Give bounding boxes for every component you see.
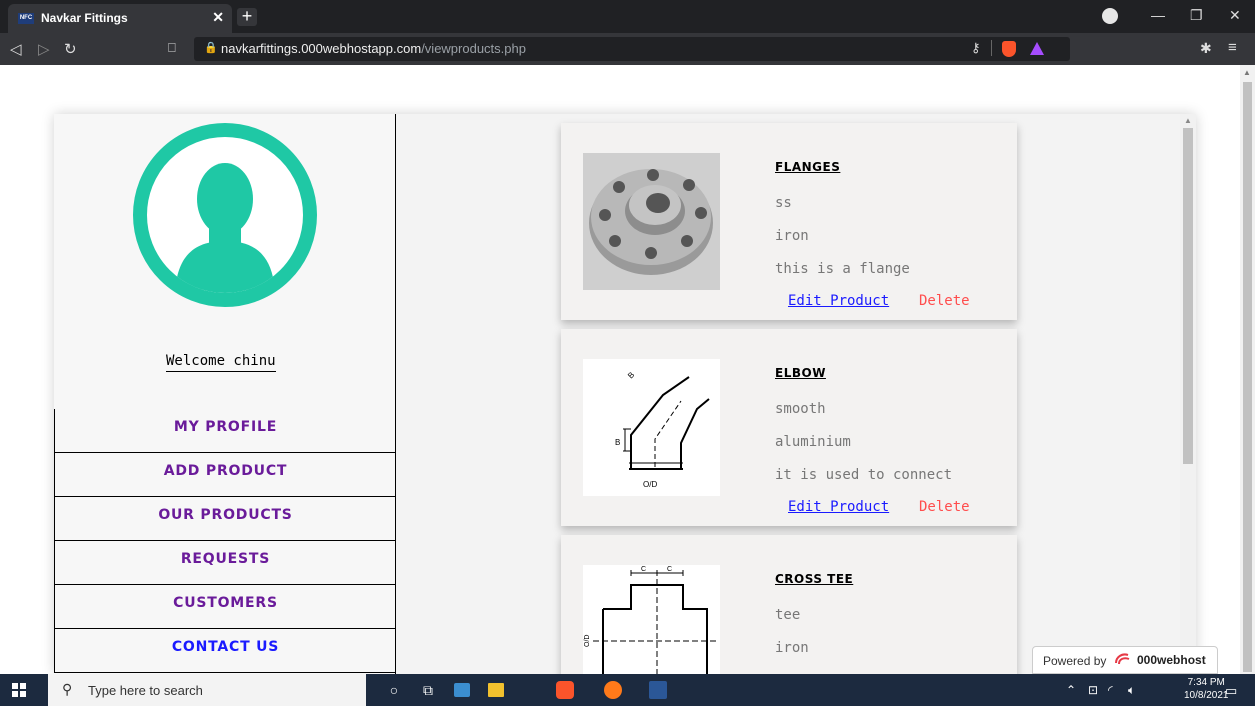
browser-tab[interactable]: NFC Navkar Fittings ✕ [8,4,232,33]
tab-title: Navkar Fittings [41,11,128,25]
clock-date: 10/8/2021 [1184,690,1229,701]
user-avatar-icon [175,163,275,293]
tray-chevron-icon[interactable]: ⌃ [1066,683,1076,697]
search-placeholder: Type here to search [88,683,203,698]
product-description: this is a flange [775,261,910,277]
delete-product-link[interactable]: Delete [919,293,970,309]
scroll-up-icon[interactable]: ▲ [1243,68,1251,77]
nav-contact-us[interactable]: CONTACT US [54,629,396,673]
extensions-icon[interactable]: ✱ [1200,40,1212,57]
product-finish: smooth [775,401,826,417]
document-app-icon[interactable] [649,681,667,699]
flange-image [583,153,720,290]
powered-by-badge[interactable]: Powered by 000webhost [1032,646,1218,674]
product-material: aluminium [775,434,851,450]
brave-shields-icon[interactable] [1002,41,1016,57]
nav-my-profile[interactable]: MY PROFILE [54,409,396,453]
forward-icon[interactable]: ▷ [38,40,50,58]
clock-time: 7:34 PM [1187,677,1225,688]
site-favicon-icon: NFC [18,13,34,24]
notifications-icon[interactable]: ▭ [1225,683,1237,699]
product-card: B O/D B ELBOW smooth aluminium it is use… [561,329,1017,526]
000webhost-logo-icon [1115,653,1130,665]
task-view-icon[interactable]: ⧉ [418,680,438,700]
address-bar[interactable]: 🔒 navkarfittings.000webhostapp.com/viewp… [194,37,1070,61]
scroll-up-icon[interactable]: ▲ [1184,116,1192,125]
page-viewport: Welcome chinu MY PROFILE ADD PRODUCT OUR… [0,65,1255,674]
restore-icon[interactable]: ❐ [1190,7,1203,24]
browser-toolbar: ◁ ▷ ↻ ⎕ 🔒 navkarfittings.000webhostapp.c… [0,33,1255,65]
product-finish: tee [775,607,801,623]
key-icon[interactable]: ⚷ [971,40,981,56]
nav-requests[interactable]: REQUESTS [54,541,396,585]
nav-our-products[interactable]: OUR PRODUCTS [54,497,396,541]
sidebar: Welcome chinu MY PROFILE ADD PRODUCT OUR… [54,114,396,674]
browser-tab-strip: NFC Navkar Fittings ✕ + — ❐ ✕ [0,0,1255,33]
close-tab-icon[interactable]: ✕ [212,9,224,26]
dashboard-card: Welcome chinu MY PROFILE ADD PRODUCT OUR… [54,114,1196,674]
cross-tee-diagram-image: C C O/D [583,565,720,674]
brave-rewards-icon[interactable] [1030,42,1044,55]
edit-product-link[interactable]: Edit Product [788,499,889,515]
taskbar-search[interactable]: ⚲ Type here to search [48,674,366,706]
product-finish: ss [775,195,792,211]
product-name: FLANGES [775,160,841,174]
reload-icon[interactable]: ↻ [64,40,77,58]
volume-icon[interactable]: 🔈︎ [1128,683,1135,698]
windows-start-icon[interactable] [12,683,26,697]
sidebar-nav: MY PROFILE ADD PRODUCT OUR PRODUCTS REQU… [54,409,396,673]
file-explorer-icon[interactable] [488,683,504,697]
product-card: FLANGES ss iron this is a flange Edit Pr… [561,123,1017,320]
scrollbar-thumb[interactable] [1243,82,1252,672]
wifi-icon[interactable]: ◜ [1108,683,1113,697]
cortana-icon[interactable]: ○ [384,680,404,700]
product-material: iron [775,228,809,244]
url-text: navkarfittings.000webhostapp.com/viewpro… [221,41,526,56]
product-name: ELBOW [775,366,826,380]
svg-text:C: C [641,566,646,573]
delete-product-link[interactable]: Delete [919,499,970,515]
close-window-icon[interactable]: ✕ [1229,7,1241,24]
svg-text:B: B [626,370,636,380]
scrollbar-thumb[interactable] [1183,128,1193,464]
bookmark-icon[interactable]: ⎕ [168,40,176,56]
new-tab-button[interactable]: + [237,7,257,26]
product-description: it is used to connect [775,467,953,483]
avatar [133,123,317,307]
svg-text:C: C [667,566,672,573]
nav-add-product[interactable]: ADD PRODUCT [54,453,396,497]
edit-product-link[interactable]: Edit Product [788,293,889,309]
svg-text:O/D: O/D [584,635,591,647]
content-scrollbar[interactable]: ▲ [1180,114,1196,674]
welcome-message: Welcome chinu [166,353,276,372]
svg-text:O/D: O/D [643,480,657,489]
product-list: FLANGES ss iron this is a flange Edit Pr… [397,114,1180,674]
search-icon: ⚲ [62,681,73,697]
product-material: iron [775,640,809,656]
system-clock[interactable]: 7:34 PM 10/8/2021 [1184,676,1229,702]
app-icon[interactable] [454,683,470,697]
lock-icon: 🔒 [204,42,218,54]
nav-customers[interactable]: CUSTOMERS [54,585,396,629]
product-card: C C O/D CROSS TEE tee iron [561,535,1017,674]
brave-profile-icon[interactable] [1102,8,1118,24]
windows-taskbar: ⚲ Type here to search ○ ⧉ ⌃ ⊡ ◜ 🔈︎ 7:34 … [0,674,1255,706]
divider [991,40,992,56]
page-scrollbar[interactable]: ▲ [1240,65,1255,674]
network-icon[interactable]: ⊡ [1088,683,1098,697]
brave-browser-icon[interactable] [556,681,574,699]
powered-by-text: Powered by [1043,654,1107,668]
svg-text:B: B [615,438,620,447]
minimize-icon[interactable]: — [1151,7,1165,23]
elbow-diagram-image: B O/D B [583,359,720,496]
menu-icon[interactable]: ≡ [1228,39,1237,56]
powered-by-brand: 000webhost [1137,653,1206,667]
firefox-icon[interactable] [604,681,622,699]
back-icon[interactable]: ◁ [10,40,22,58]
product-name: CROSS TEE [775,572,854,586]
